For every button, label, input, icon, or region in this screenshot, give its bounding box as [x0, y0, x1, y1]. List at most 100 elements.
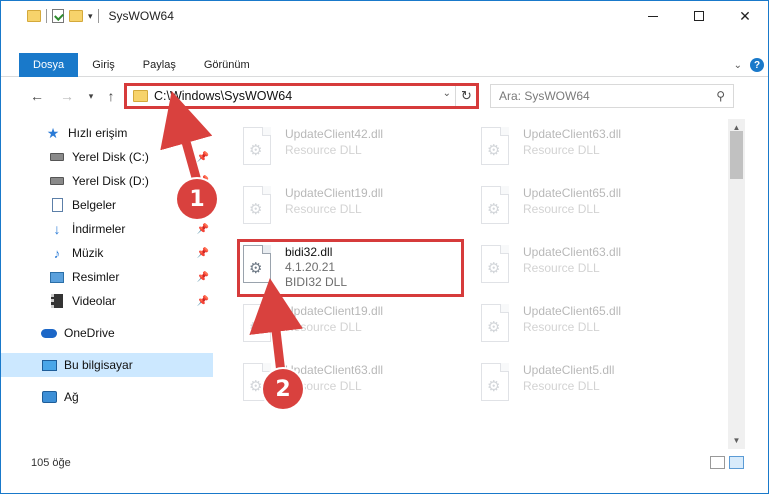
- file-item[interactable]: ⚙ UpdateClient42.dll Resource DLL: [239, 121, 465, 175]
- sidebar-item-downloads[interactable]: ↓ İndirmeler 📌: [1, 217, 213, 241]
- step-badge-2: 2: [263, 369, 303, 409]
- scrollbar-thumb[interactable]: [730, 131, 743, 179]
- file-item[interactable]: ⚙ UpdateClient5.dll Resource DLL: [477, 357, 703, 411]
- sidebar-item-network[interactable]: Ağ: [1, 385, 213, 409]
- address-dropdown-icon[interactable]: ⌄: [443, 88, 451, 99]
- toolbar-divider: [46, 9, 47, 23]
- file-name: UpdateClient65.dll: [523, 304, 622, 318]
- sidebar-item-label: Belgeler: [72, 198, 117, 212]
- file-item[interactable]: ⚙ UpdateClient63.dll Resource DLL: [477, 239, 703, 293]
- dll-file-icon: ⚙: [239, 186, 273, 228]
- file-description: BIDI32 DLL: [285, 275, 348, 289]
- item-count: 105 öğe: [31, 457, 71, 469]
- pin-icon: 📌: [196, 223, 209, 235]
- dll-file-icon: ⚙: [477, 245, 511, 287]
- file-item-bidi32[interactable]: ⚙ bidi32.dll 4.1.20.21 BIDI32 DLL: [239, 239, 465, 293]
- file-item[interactable]: ⚙ UpdateClient65.dll Resource DLL: [477, 180, 703, 234]
- back-arrow-icon: ←: [30, 88, 44, 104]
- file-item[interactable]: ⚙ UpdateClient65.dll Resource DLL: [477, 298, 703, 352]
- pin-icon: 📌: [196, 247, 209, 259]
- file-description: Resource DLL: [523, 202, 600, 216]
- file-item[interactable]: ⚙ UpdateClient63.dll Resource DLL: [477, 121, 703, 175]
- vertical-scrollbar[interactable]: ▲ ▼: [728, 119, 745, 449]
- sidebar-item-onedrive[interactable]: OneDrive: [1, 321, 213, 345]
- star-icon: ★: [46, 124, 60, 141]
- tiles-view-icon[interactable]: [729, 456, 744, 469]
- dll-file-icon: ⚙: [239, 245, 273, 287]
- address-bar[interactable]: C:\Windows\SysWOW64 ⌄ ↻: [124, 84, 478, 108]
- minimize-icon: [648, 15, 658, 17]
- dll-file-icon: ⚙: [477, 186, 511, 228]
- scroll-down-icon[interactable]: ▼: [728, 432, 745, 449]
- sidebar-item-pictures[interactable]: Resimler 📌: [1, 265, 213, 289]
- file-item[interactable]: ⚙ UpdateClient19.dll Resource DLL: [239, 180, 465, 234]
- sidebar-item-label: Ağ: [64, 390, 79, 404]
- close-button[interactable]: ✕: [722, 1, 768, 31]
- new-folder-icon[interactable]: [69, 10, 83, 22]
- minimize-button[interactable]: [630, 1, 676, 31]
- search-placeholder: Ara: SysWOW64: [499, 89, 590, 103]
- quick-access-toolbar: ▾: [27, 9, 99, 23]
- music-icon: ♪: [53, 245, 61, 261]
- search-input[interactable]: Ara: SysWOW64 ⚲: [490, 84, 734, 108]
- forward-arrow-icon: →: [60, 88, 74, 104]
- properties-icon[interactable]: [52, 9, 64, 23]
- ribbon-tabs: Dosya Giriş Paylaş Görünüm: [19, 53, 264, 77]
- pin-icon: 📌: [196, 151, 209, 163]
- computer-icon: [41, 358, 57, 372]
- dll-file-icon: ⚙: [239, 127, 273, 169]
- details-view-icon[interactable]: [710, 456, 725, 469]
- sidebar-item-videos[interactable]: Videolar 📌: [1, 289, 213, 313]
- maximize-icon: [694, 11, 704, 21]
- tab-file[interactable]: Dosya: [19, 53, 79, 77]
- file-name: UpdateClient42.dll: [285, 127, 384, 141]
- file-item[interactable]: ⚙ UpdateClient19.dll Resource DLL: [239, 298, 465, 352]
- step-badge-1: 1: [177, 179, 217, 219]
- explorer-window: ▾ SysWOW64 ✕ Dosya Giriş Paylaş Görünüm …: [0, 0, 769, 494]
- sidebar-item-label: İndirmeler: [72, 222, 126, 236]
- file-name: UpdateClient63.dll: [523, 245, 622, 259]
- dll-file-icon: ⚙: [239, 304, 273, 346]
- sidebar-item-label: Yerel Disk (D:): [72, 174, 149, 188]
- up-arrow-icon: ↑: [107, 88, 115, 104]
- tab-home[interactable]: Giriş: [78, 53, 129, 77]
- sidebar-item-this-pc[interactable]: Bu bilgisayar: [1, 353, 213, 377]
- sidebar-item-label: OneDrive: [64, 326, 115, 340]
- refresh-icon[interactable]: ↻: [455, 85, 477, 107]
- tab-view[interactable]: Görünüm: [190, 53, 264, 77]
- sidebar-item-label: Hızlı erişim: [68, 126, 128, 140]
- file-description: Resource DLL: [523, 261, 600, 275]
- sidebar-item-music[interactable]: ♪ Müzik 📌: [1, 241, 213, 265]
- disk-icon: [49, 150, 65, 164]
- view-toggle: [710, 456, 744, 469]
- title-bar: ▾ SysWOW64 ✕: [1, 1, 768, 31]
- file-description: Resource DLL: [285, 202, 362, 216]
- dll-file-icon: ⚙: [477, 363, 511, 405]
- pin-icon: 📌: [196, 295, 209, 307]
- chevron-down-icon: ▾: [88, 90, 94, 101]
- recent-locations-button[interactable]: ▾: [81, 86, 101, 106]
- back-button[interactable]: ←: [27, 86, 47, 106]
- address-path[interactable]: C:\Windows\SysWOW64: [154, 89, 292, 103]
- customize-toolbar-chevron-icon[interactable]: ▾: [88, 11, 93, 22]
- forward-button[interactable]: →: [57, 86, 77, 106]
- tab-share[interactable]: Paylaş: [129, 53, 190, 77]
- expand-ribbon-chevron-icon[interactable]: ⌄: [734, 60, 742, 71]
- pin-icon: 📌: [196, 271, 209, 283]
- help-icon[interactable]: ?: [750, 58, 764, 72]
- sidebar-item-label: Videolar: [72, 294, 116, 308]
- file-name: UpdateClient19.dll: [285, 186, 384, 200]
- file-name: UpdateClient63.dll: [285, 363, 384, 377]
- window-controls: ✕: [630, 1, 768, 31]
- maximize-button[interactable]: [676, 1, 722, 31]
- sidebar-item-local-disk-c[interactable]: Yerel Disk (C:) 📌: [1, 145, 213, 169]
- up-button[interactable]: ↑: [101, 86, 121, 106]
- file-name: UpdateClient19.dll: [285, 304, 384, 318]
- dll-file-icon: ⚙: [477, 304, 511, 346]
- download-icon: ↓: [53, 221, 61, 237]
- file-version: 4.1.20.21: [285, 260, 336, 274]
- documents-icon: [49, 198, 65, 212]
- file-name: bidi32.dll: [285, 245, 333, 259]
- sidebar-item-quick-access[interactable]: ★ Hızlı erişim: [1, 121, 213, 145]
- disk-icon: [49, 174, 65, 188]
